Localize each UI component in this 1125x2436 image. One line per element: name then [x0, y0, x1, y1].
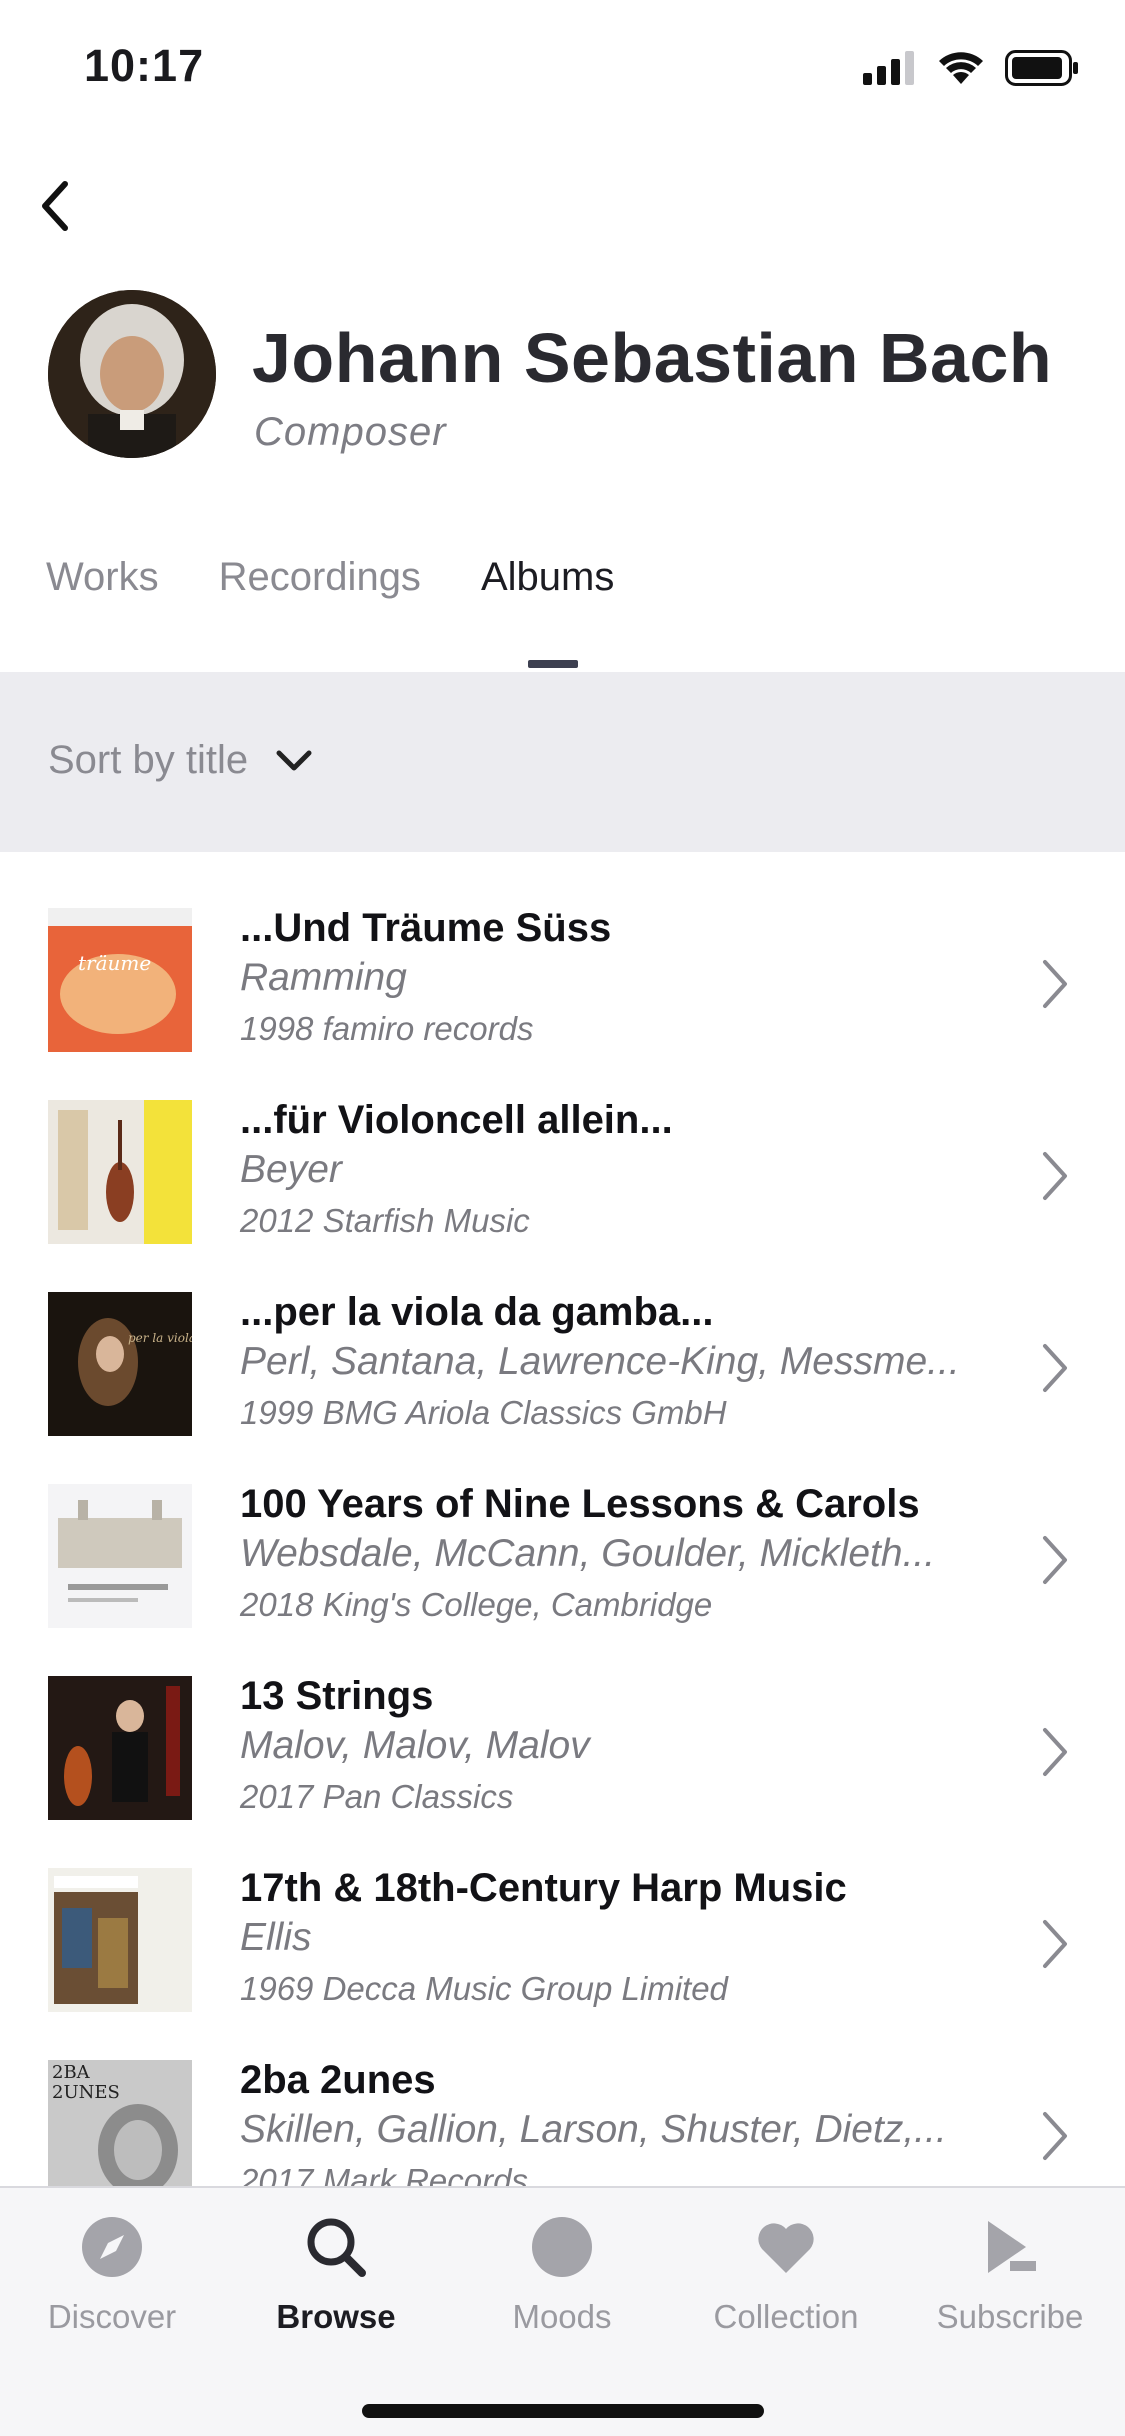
sort-label: Sort by title [48, 738, 249, 782]
album-title: 17th & 18th-Century Harp Music [240, 1866, 847, 1910]
album-list: träume ...Und Träume Süss Ramming 1998 f… [0, 888, 1125, 2188]
album-title: 100 Years of Nine Lessons & Carols [240, 1482, 920, 1526]
compass-icon [77, 2212, 147, 2282]
album-artists: Ellis [240, 1916, 312, 1959]
tabbar-item-collection[interactable]: Collection [686, 2212, 886, 2336]
search-icon [301, 2212, 371, 2282]
album-meta: 1999 BMG Ariola Classics GmbH [240, 1394, 727, 1431]
play-icon [975, 2212, 1045, 2282]
active-tab-indicator [528, 660, 578, 668]
chevron-left-icon [42, 181, 68, 231]
tabbar-item-browse[interactable]: Browse [236, 2212, 436, 2336]
tab-works[interactable]: Works [46, 555, 159, 612]
chevron-right-icon [1043, 1536, 1067, 1584]
album-artists: Malov, Malov, Malov [240, 1724, 590, 1767]
album-meta: 2012 Starfish Music [240, 1202, 530, 1239]
album-row[interactable]: träume ...Und Träume Süss Ramming 1998 f… [0, 888, 1125, 1080]
artist-role: Composer [254, 410, 447, 454]
artist-name: Johann Sebastian Bach [252, 319, 1053, 397]
album-cover: per la viola [48, 1292, 192, 1436]
wifi-icon [939, 52, 983, 84]
album-meta: 1998 famiro records [240, 1010, 534, 1047]
album-artists: Perl, Santana, Lawrence-King, Messme... [240, 1340, 960, 1383]
tab-recordings[interactable]: Recordings [219, 555, 421, 612]
chevron-right-icon [1043, 1728, 1067, 1776]
home-indicator[interactable] [362, 2404, 764, 2418]
heart-icon [751, 2212, 821, 2282]
bottom-tab-bar: Discover Browse Moods Collection Subscri… [0, 2186, 1125, 2436]
album-cover [48, 1100, 192, 1244]
status-bar: 10:17 [0, 0, 1125, 132]
album-row[interactable]: 100 Years of Nine Lessons & Carols Websd… [0, 1464, 1125, 1656]
chevron-right-icon [1043, 1152, 1067, 1200]
album-row[interactable]: per la viola ...per la viola da gamba...… [0, 1272, 1125, 1464]
album-title: ...für Violoncell allein... [240, 1098, 673, 1142]
album-title: 2ba 2unes [240, 2058, 436, 2102]
avatar [48, 290, 216, 458]
tabbar-item-subscribe[interactable]: Subscribe [910, 2212, 1110, 2336]
tabbar-item-discover[interactable]: Discover [12, 2212, 212, 2336]
cellular-signal-icon [863, 51, 914, 85]
tabbar-item-moods[interactable]: Moods [462, 2212, 662, 2336]
moon-icon [527, 2212, 597, 2282]
album-artists: Ramming [240, 956, 407, 999]
tabbar-label: Subscribe [936, 2298, 1084, 2335]
svg-text:2BA: 2BA [52, 2062, 91, 2083]
tabbar-label: Discover [47, 2298, 177, 2335]
album-artists: Websdale, McCann, Goulder, Mickleth... [240, 1532, 936, 1575]
chevron-right-icon [1043, 2112, 1067, 2160]
album-artists: Skillen, Gallion, Larson, Shuster, Dietz… [240, 2108, 947, 2151]
album-title: ...Und Träume Süss [240, 906, 612, 950]
album-row[interactable]: 2BA 2UNES 2ba 2unes Skillen, Gallion, La… [0, 2040, 1125, 2188]
album-meta: 2017 Pan Classics [240, 1778, 514, 1815]
album-title: 13 Strings [240, 1674, 434, 1718]
status-time: 10:17 [84, 40, 205, 91]
album-artists: Beyer [240, 1148, 342, 1191]
back-button[interactable] [18, 170, 90, 242]
tabbar-label: Moods [512, 2298, 612, 2335]
chevron-down-icon [276, 750, 312, 770]
chevron-right-icon [1043, 1920, 1067, 1968]
album-title: ...per la viola da gamba... [240, 1290, 714, 1334]
sort-dropdown[interactable]: Sort by title [48, 738, 312, 783]
album-meta: 2017 Mark Records [240, 2162, 528, 2188]
album-cover: träume [48, 908, 192, 1052]
svg-text:2UNES: 2UNES [52, 2082, 120, 2103]
album-row[interactable]: ...für Violoncell allein... Beyer 2012 S… [0, 1080, 1125, 1272]
segment-tabs: Works Recordings Albums [46, 555, 674, 612]
status-icons [863, 50, 1079, 86]
tab-albums[interactable]: Albums [481, 555, 614, 612]
album-cover [48, 1676, 192, 1820]
svg-text:träume: träume [78, 951, 151, 975]
album-cover [48, 1868, 192, 2012]
album-cover [48, 1484, 192, 1628]
album-meta: 2018 King's College, Cambridge [240, 1586, 713, 1623]
sort-bar: Sort by title [0, 672, 1125, 852]
album-row[interactable]: 13 Strings Malov, Malov, Malov 2017 Pan … [0, 1656, 1125, 1848]
tabbar-label: Browse [276, 2298, 396, 2335]
battery-icon [1005, 50, 1078, 86]
album-meta: 1969 Decca Music Group Limited [240, 1970, 728, 2007]
tabbar-label: Collection [713, 2298, 859, 2335]
svg-text:per la viola: per la viola [128, 1331, 192, 1345]
album-cover: 2BA 2UNES [48, 2060, 192, 2188]
album-row[interactable]: 17th & 18th-Century Harp Music Ellis 196… [0, 1848, 1125, 2040]
chevron-right-icon [1043, 960, 1067, 1008]
chevron-right-icon [1043, 1344, 1067, 1392]
